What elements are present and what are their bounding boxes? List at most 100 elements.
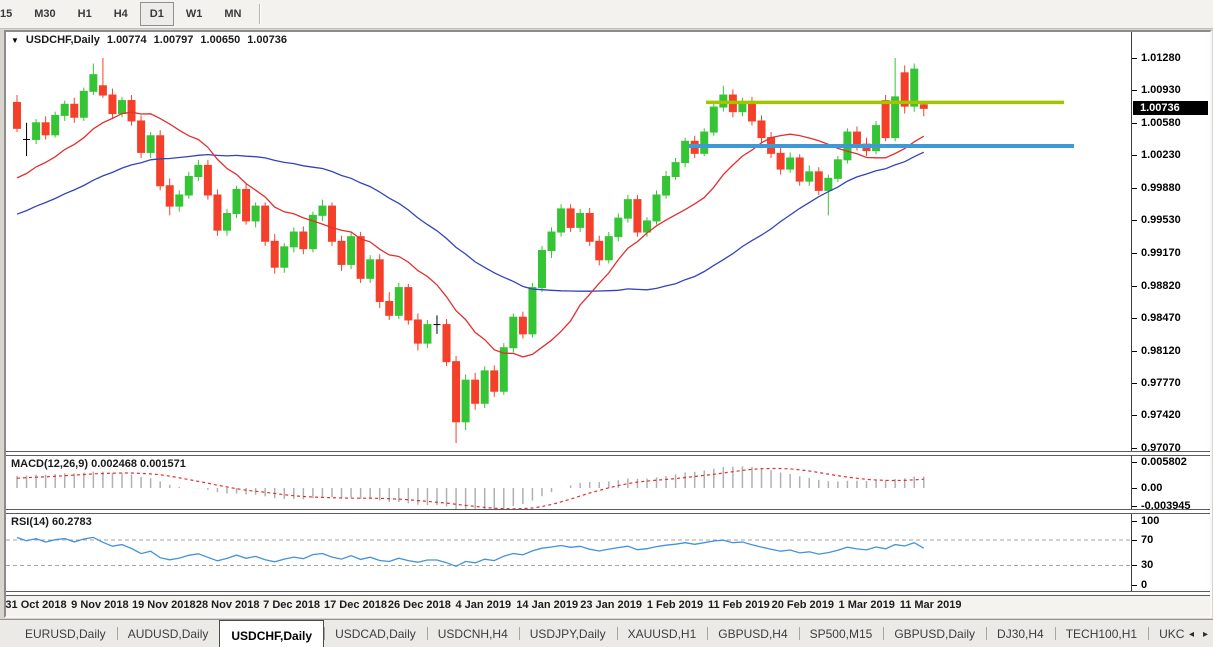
timeframe-button-w1[interactable]: W1	[176, 2, 213, 26]
date-tick-label: 23 Jan 2019	[580, 599, 642, 612]
chart-window: ▼ USDCHF,Daily 1.00774 1.00797 1.00650 1.00…	[4, 30, 1212, 618]
timeframe-toolbar: 15 M30 H1 H4 D1 W1 MN	[0, 0, 1213, 29]
current-price-badge: 1.00736	[1133, 101, 1208, 115]
price-tick-label: 0.97070	[1141, 442, 1181, 451]
axis-tick-mark	[1132, 585, 1137, 587]
rsi-tick-label: 30	[1141, 559, 1154, 572]
timeframe-button-h1[interactable]: H1	[68, 2, 102, 26]
axis-tick-mark	[1132, 188, 1137, 189]
chart-title: ▼ USDCHF,Daily 1.00774 1.00797 1.00650 1.00…	[11, 34, 287, 46]
candlestick-layer	[13, 58, 1074, 444]
axis-tick-mark	[1132, 253, 1137, 254]
tab-gbpusd-h4[interactable]: GBPUSD,H4	[707, 623, 798, 644]
trading-terminal-window: 15 M30 H1 H4 D1 W1 MN ▼ USDCHF,Daily 1.0…	[0, 0, 1213, 647]
macd-axis: 0.005802 0.00 -0.003945	[1131, 455, 1210, 510]
tab-scroll-left-icon[interactable]: ◂	[1189, 629, 1194, 640]
macd-tick-label: -0.003945	[1141, 499, 1191, 510]
date-tick-label: 17 Dec 2018	[324, 599, 387, 612]
ohlc-close-value: 1.00736	[247, 34, 287, 46]
price-tick-label: 0.99170	[1141, 247, 1181, 259]
toolbar-separator	[259, 4, 261, 24]
rsi-tick-label: 70	[1141, 534, 1154, 547]
axis-tick-mark	[1132, 58, 1137, 59]
date-tick-label: 11 Mar 2019	[899, 599, 962, 612]
macd-indicator-plot[interactable]: MACD(12,26,9) 0.002468 0.001571	[6, 455, 1131, 510]
axis-tick-mark	[1132, 565, 1137, 567]
timeframe-button-h4[interactable]: H4	[104, 2, 138, 26]
date-tick-label: 1 Mar 2019	[838, 599, 895, 612]
price-tick-label: 0.97420	[1141, 409, 1181, 421]
price-tick-label: 1.00580	[1141, 117, 1181, 129]
price-tick-label: 0.99530	[1141, 214, 1181, 226]
price-tick-label: 0.99880	[1141, 182, 1181, 194]
date-tick-label: 7 Dec 2018	[263, 599, 321, 612]
date-tick-label: 28 Nov 2018	[195, 599, 260, 612]
rsi-tick-label: 0	[1141, 579, 1148, 592]
tab-scroll-buttons: ◂ ▸	[1189, 629, 1208, 640]
price-tick-label: 0.98120	[1141, 345, 1181, 357]
chart-dropdown-icon[interactable]: ▼	[11, 36, 19, 45]
ohlc-high-value: 1.00797	[153, 34, 194, 46]
timeframe-button-d1[interactable]: D1	[139, 2, 174, 26]
rsi-layer	[6, 536, 1131, 568]
rsi-panel-row: RSI(14) 60.2783 100 70 30 0	[6, 514, 1210, 592]
price-tick-label: 0.98820	[1141, 280, 1181, 292]
chart-tabbar: EURUSD,Daily AUDUSD,Daily USDCHF,Daily U…	[0, 619, 1213, 647]
price-tick-label: 0.98470	[1141, 312, 1181, 324]
macd-tick-label: 0.005802	[1141, 455, 1187, 468]
tab-eurusd-daily[interactable]: EURUSD,Daily	[14, 623, 117, 644]
axis-tick-mark	[1132, 318, 1137, 319]
axis-tick-mark	[1132, 383, 1137, 384]
rsi-label: RSI(14) 60.2783	[11, 516, 92, 529]
axis-tick-mark	[1132, 415, 1137, 416]
tab-tech100-h1[interactable]: TECH100,H1	[1054, 623, 1148, 644]
tab-usdcnh-h4[interactable]: USDCNH,H4	[426, 623, 519, 644]
date-tick-label: 1 Feb 2019	[646, 599, 704, 612]
axis-tick-mark	[1132, 505, 1137, 507]
axis-tick-mark	[1132, 540, 1137, 542]
macd-tick-label: 0.00	[1141, 481, 1163, 494]
date-axis[interactable]: 31 Oct 2018 9 Nov 2018 19 Nov 2018 28 Nov 2…	[5, 596, 1210, 616]
axis-tick-mark	[1132, 286, 1137, 287]
tab-dj30-h4[interactable]: DJ30,H4	[986, 623, 1055, 644]
date-tick-label: 14 Jan 2019	[516, 599, 579, 612]
axis-tick-mark	[1132, 521, 1137, 523]
macd-panel-row: MACD(12,26,9) 0.002468 0.001571 0.005802…	[6, 455, 1210, 510]
axis-tick-mark	[1132, 123, 1137, 124]
axis-tick-mark	[1132, 487, 1137, 489]
macd-label: MACD(12,26,9) 0.002468 0.001571	[11, 457, 186, 470]
timeframe-button-m30[interactable]: M30	[24, 2, 65, 26]
timeframe-button-m15[interactable]: 15	[0, 2, 22, 26]
price-axis[interactable]: 1.01280 1.00930 1.00580 1.00230 0.99880 0.995…	[1131, 32, 1210, 451]
axis-tick-mark	[1132, 351, 1137, 352]
tab-usdchf-daily[interactable]: USDCHF,Daily	[219, 620, 325, 647]
date-tick-label: 26 Dec 2018	[387, 599, 451, 612]
ohlc-low-value: 1.00650	[200, 34, 241, 46]
axis-tick-mark	[1132, 90, 1137, 91]
timeframe-button-mn[interactable]: MN	[214, 2, 251, 26]
tab-gbpusd-daily[interactable]: GBPUSD,Daily	[883, 623, 986, 644]
axis-tick-mark	[1132, 220, 1137, 221]
rsi-axis: 100 70 30 0	[1131, 514, 1210, 592]
axis-tick-mark	[1132, 461, 1137, 463]
main-chart-row: ▼ USDCHF,Daily 1.00774 1.00797 1.00650 1.00…	[6, 32, 1210, 451]
rsi-indicator-plot[interactable]: RSI(14) 60.2783	[6, 514, 1131, 592]
date-tick-label: 20 Feb 2019	[771, 599, 834, 612]
date-tick-label: 19 Nov 2018	[131, 599, 196, 612]
price-chart-plot[interactable]: ▼ USDCHF,Daily 1.00774 1.00797 1.00650 1.00…	[6, 32, 1131, 451]
tab-xauusd-h1[interactable]: XAUUSD,H1	[616, 623, 708, 644]
date-tick-label: 31 Oct 2018	[5, 599, 67, 612]
price-tick-label: 0.97770	[1141, 377, 1181, 389]
tab-audusd-daily[interactable]: AUDUSD,Daily	[116, 623, 220, 644]
date-tick-label: 9 Nov 2018	[71, 599, 129, 612]
tab-sp500-m15[interactable]: SP500,M15	[798, 623, 884, 644]
date-tick-label: 11 Feb 2019	[708, 599, 770, 612]
price-tick-label: 1.01280	[1141, 52, 1181, 64]
price-tick-label: 1.00930	[1141, 84, 1181, 96]
date-tick-label: 4 Jan 2019	[455, 599, 512, 612]
tab-scroll-right-icon[interactable]: ▸	[1203, 629, 1208, 640]
tab-usdcad-daily[interactable]: USDCAD,Daily	[324, 623, 427, 644]
price-tick-label: 1.00230	[1141, 149, 1181, 161]
tab-usdjpy-daily[interactable]: USDJPY,Daily	[518, 623, 617, 644]
ohlc-open-value: 1.00774	[106, 34, 147, 46]
